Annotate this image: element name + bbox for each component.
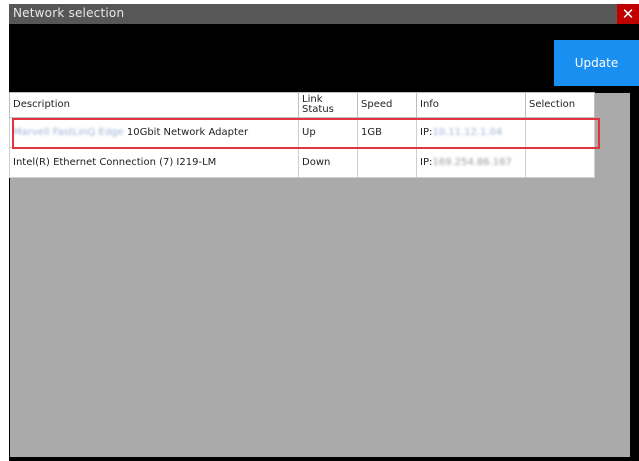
info-prefix: IP: bbox=[420, 127, 433, 138]
close-button[interactable]: ✕ bbox=[617, 4, 639, 24]
table-header-row: Description Link Status Speed Info Selec… bbox=[9, 92, 595, 118]
cell-selection[interactable] bbox=[525, 117, 595, 148]
window-title: Network selection bbox=[13, 6, 125, 20]
table-row[interactable]: Intel(R) Ethernet Connection (7) I219-LM… bbox=[9, 147, 595, 178]
table-row[interactable]: Marvell FastLinQ Edge 10Gbit Network Ada… bbox=[9, 117, 595, 148]
redacted-text: Marvell FastLinQ Edge bbox=[13, 127, 124, 138]
close-icon: ✕ bbox=[621, 5, 635, 23]
cell-link-status[interactable]: Down bbox=[298, 147, 358, 178]
cell-selection[interactable] bbox=[525, 147, 595, 178]
column-header-selection[interactable]: Selection bbox=[525, 92, 595, 118]
update-button[interactable]: Update bbox=[554, 40, 639, 86]
cell-link-status[interactable]: Up bbox=[298, 117, 358, 148]
column-header-link-status[interactable]: Link Status bbox=[298, 92, 358, 118]
cell-description[interactable]: Marvell FastLinQ Edge 10Gbit Network Ada… bbox=[9, 117, 299, 148]
info-prefix: IP: bbox=[420, 157, 433, 168]
column-header-description[interactable]: Description bbox=[9, 92, 299, 118]
title-bar: Network selection ✕ bbox=[9, 4, 639, 24]
cell-speed[interactable] bbox=[357, 147, 417, 178]
network-adapter-table: Description Link Status Speed Info Selec… bbox=[9, 92, 595, 178]
column-header-info[interactable]: Info bbox=[416, 92, 526, 118]
redacted-ip: 169.254.86.167 bbox=[432, 157, 512, 168]
cell-info[interactable]: IP:169.254.86.167 bbox=[416, 147, 526, 178]
cell-description[interactable]: Intel(R) Ethernet Connection (7) I219-LM bbox=[9, 147, 299, 178]
redacted-ip: 10.11.12.1.04 bbox=[432, 127, 503, 138]
cell-info[interactable]: IP:10.11.12.1.04 bbox=[416, 117, 526, 148]
cell-speed[interactable]: 1GB bbox=[357, 117, 417, 148]
description-text: 10Gbit Network Adapter bbox=[123, 127, 249, 138]
column-header-speed[interactable]: Speed bbox=[357, 92, 417, 118]
network-selection-window: Network selection ✕ Update bbox=[9, 4, 639, 461]
